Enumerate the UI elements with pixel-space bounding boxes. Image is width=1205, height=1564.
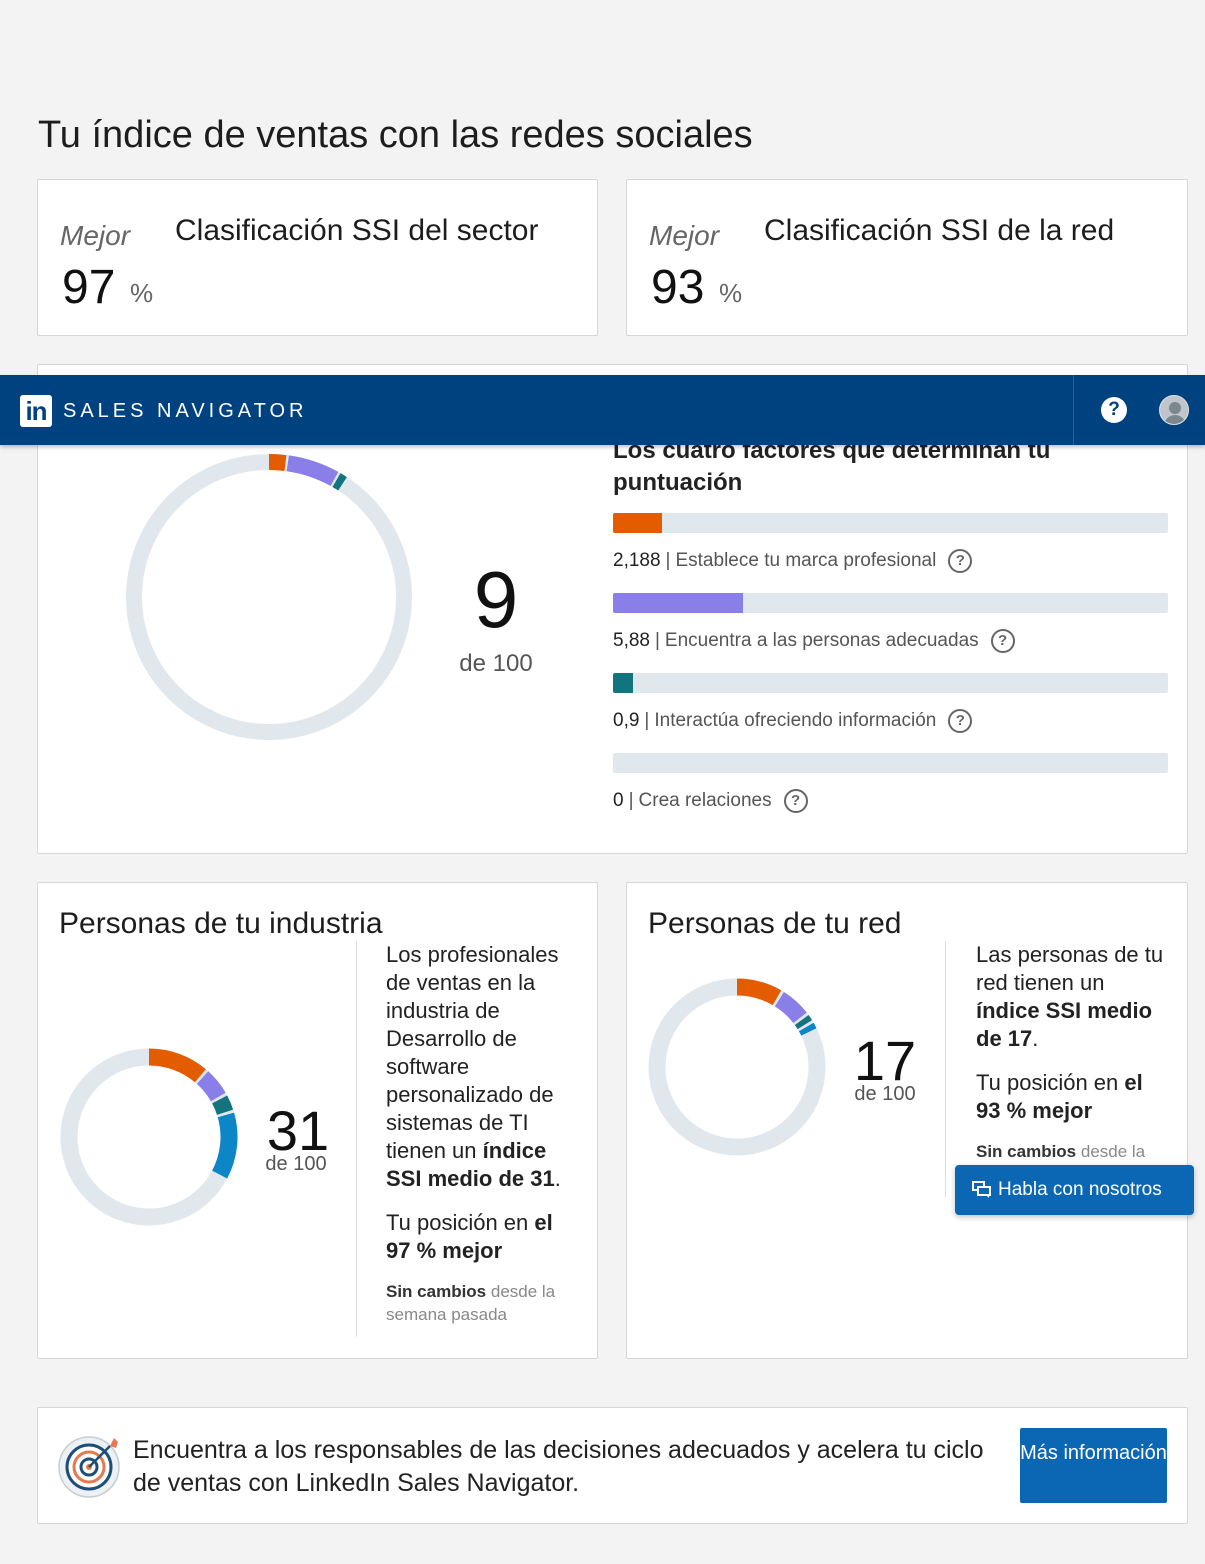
- question-icon[interactable]: ?: [990, 629, 1015, 653]
- more-info-button[interactable]: Más información: [1020, 1428, 1167, 1503]
- sales-navigator-navbar: in SALES NAVIGATOR ?: [0, 375, 1205, 445]
- industry-score-suffix: de 100: [265, 1153, 327, 1175]
- factor-value: 5,88: [613, 630, 650, 651]
- nav-divider: [1073, 375, 1074, 445]
- promo-text: Encuentra a los responsables de las deci…: [133, 1436, 984, 1497]
- industry-divider: [356, 941, 357, 1337]
- industry-card: Personas de tu industria 31 de 100 Los p…: [37, 882, 598, 1359]
- ssi-score: 9: [473, 555, 519, 644]
- chat-button[interactable]: Habla con nosotros: [955, 1165, 1194, 1215]
- rank-unit: %: [719, 278, 743, 308]
- network-rank-card: Mejor 93 % Clasificación SSI de la red: [626, 179, 1188, 336]
- industry-segment-brand: [148, 1048, 206, 1083]
- network-title: Personas de tu red: [648, 907, 902, 940]
- industry-title: Personas de tu industria: [59, 907, 383, 940]
- ssi-segment-people: [286, 455, 339, 487]
- factor-label: Encuentra a las personas adecuadas: [664, 630, 979, 651]
- rank-title: Clasificación SSI de la red: [764, 214, 1115, 247]
- rank-value: 97: [62, 261, 116, 314]
- industry-donut-chart: [60, 1048, 238, 1226]
- network-divider: [945, 941, 946, 1197]
- factor-bar-fill: [613, 673, 633, 693]
- ssi-donut-track: [126, 454, 412, 740]
- network-segment-people: [774, 991, 807, 1024]
- rank-unit: %: [130, 278, 154, 308]
- factor-relationships: 0 | Crea relaciones?: [613, 753, 1168, 813]
- factor-bar-track: [613, 673, 1168, 693]
- rank-value: 93: [651, 261, 705, 314]
- question-icon[interactable]: ?: [948, 549, 973, 573]
- factor-value: 2,188: [613, 550, 661, 571]
- page-title: Tu índice de ventas con las redes social…: [38, 114, 753, 156]
- network-score-suffix: de 100: [854, 1083, 916, 1105]
- ssi-segment-insights: [332, 473, 347, 491]
- chat-label: Habla con nosotros: [998, 1179, 1162, 1200]
- network-donut-chart: [648, 978, 826, 1156]
- network-description: Las personas de tu red tienen un índice …: [976, 942, 1164, 1051]
- factor-bar-track: [613, 593, 1168, 613]
- network-position: Tu posición en el 93 % mejor: [976, 1070, 1143, 1123]
- target-icon: [58, 1436, 120, 1498]
- factor-separator: |: [665, 550, 671, 571]
- help-icon[interactable]: ?: [1101, 397, 1127, 423]
- ssi-score-suffix: de 100: [459, 650, 533, 677]
- chat-icon: [972, 1181, 991, 1198]
- network-change: Sin cambios desde la: [976, 1142, 1146, 1161]
- factor-label: Establece tu marca profesional: [675, 550, 937, 571]
- factor-bar-track: [613, 513, 1168, 533]
- question-icon[interactable]: ?: [783, 789, 808, 813]
- avatar-icon[interactable]: [1159, 395, 1189, 425]
- factor-bar-fill: [613, 593, 744, 613]
- rank-title: Clasificación SSI del sector: [175, 214, 539, 247]
- question-icon[interactable]: ?: [948, 709, 973, 733]
- industry-description: Los profesionales de ventas en la indust…: [386, 942, 561, 1191]
- network-card: Personas de tu red 17 de 100 Las persona…: [626, 882, 1188, 1359]
- rank-label: Mejor: [649, 220, 720, 251]
- industry-score: 31: [266, 1099, 330, 1162]
- network-segment-brand: [736, 978, 782, 1006]
- factor-bar-fill: [613, 513, 662, 533]
- factor-label: Interactúa ofreciendo información: [654, 710, 937, 731]
- factor-label: Crea relaciones: [638, 790, 772, 811]
- industry-segment-insights: [212, 1095, 234, 1116]
- promo-card: Encuentra a los responsables de las deci…: [37, 1407, 1188, 1524]
- network-segment-insights: [794, 1014, 813, 1030]
- rank-label: Mejor: [60, 220, 131, 251]
- brand-name[interactable]: SALES NAVIGATOR: [63, 400, 308, 423]
- factor-separator: |: [644, 710, 650, 731]
- factor-value: 0,9: [613, 710, 640, 731]
- factor-brand: 2,188 | Establece tu marca profesional?: [613, 513, 1168, 573]
- factor-separator: |: [628, 790, 634, 811]
- factor-bar-track: [613, 753, 1168, 773]
- factor-insights: 0,9 | Interactúa ofreciendo información?: [613, 673, 1168, 733]
- factor-people: 5,88 | Encuentra a las personas adecuadas?: [613, 593, 1168, 653]
- linkedin-logo[interactable]: in: [20, 395, 52, 427]
- industry-rank-card: Mejor 97 % Clasificación SSI del sector: [37, 179, 598, 336]
- industry-position: Tu posición en el 97 % mejor: [386, 1210, 553, 1263]
- ssi-segment-brand: [268, 454, 287, 471]
- industry-change: Sin cambios desde la semana pasada: [386, 1282, 556, 1324]
- industry-segment-relationships: [211, 1112, 238, 1179]
- factor-separator: |: [654, 630, 660, 651]
- factor-value: 0: [613, 790, 624, 811]
- industry-segment-people: [196, 1071, 226, 1102]
- network-score: 17: [853, 1029, 917, 1092]
- network-segment-relationships: [798, 1022, 817, 1036]
- ssi-donut-chart: [126, 454, 412, 740]
